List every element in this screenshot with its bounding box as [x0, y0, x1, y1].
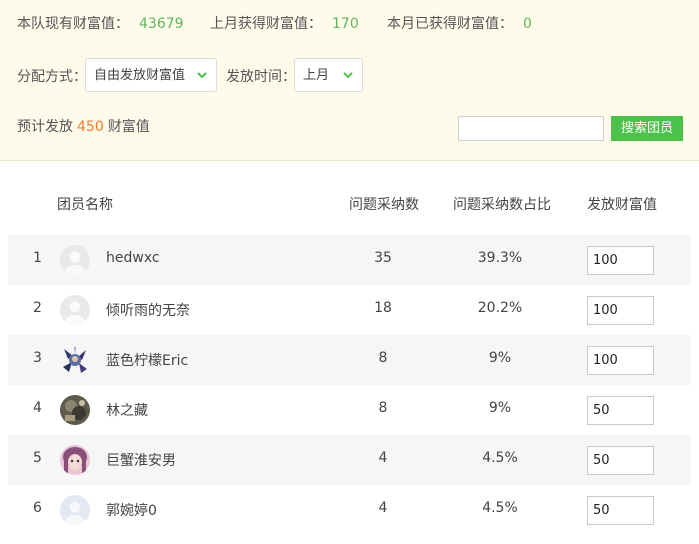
chevron-down-icon — [341, 59, 355, 93]
header-ratio: 问题采纳数占比 — [453, 197, 551, 213]
this-month-label: 本月已获得财富值： — [387, 16, 513, 32]
wealth-input[interactable] — [587, 296, 654, 325]
wealth-distribution-page: 本队现有财富值： 43679 上月获得财富值： 170 本月已获得财富值： 0 分配方… — [0, 0, 699, 544]
member-name: hedwxc — [106, 250, 160, 266]
method-select-value: 自由发放财富值 — [94, 68, 186, 83]
last-month-value: 170 — [332, 16, 359, 32]
member-name: 蓝色柠檬Eric — [106, 353, 189, 369]
row-index: 4 — [33, 400, 42, 416]
table-row: 6 郭婉婷0 4 4.5% — [8, 485, 691, 535]
time-label: 发放时间： — [226, 69, 296, 85]
method-label: 分配方式： — [17, 69, 87, 85]
member-name: 巨蟹淮安男 — [106, 453, 176, 469]
member-ratio: 9% — [488, 400, 512, 416]
estimate-amount: 450 — [77, 119, 104, 135]
search-member-input[interactable] — [458, 116, 604, 141]
method-select[interactable]: 自由发放财富值 — [85, 58, 217, 92]
this-month-stat: 本月已获得财富值： 0 — [387, 14, 532, 34]
member-ratio: 4.5% — [482, 500, 518, 516]
member-adopted: 4 — [378, 500, 388, 516]
search-member-button[interactable]: 搜索团员 — [611, 116, 683, 141]
estimate-text: 预计发放 450 财富值 — [17, 116, 150, 136]
row-index: 2 — [33, 300, 42, 316]
member-name: 林之藏 — [106, 403, 148, 419]
summary-panel: 本队现有财富值： 43679 上月获得财富值： 170 本月已获得财富值： 0 分配方… — [0, 0, 699, 161]
estimate-prefix: 预计发放 — [17, 119, 73, 135]
member-adopted: 4 — [378, 450, 388, 466]
default-avatar-icon — [60, 495, 90, 525]
wealth-input[interactable] — [587, 446, 654, 475]
last-month-stat: 上月获得财富值： 170 — [210, 14, 359, 34]
girl-avatar-icon — [60, 445, 90, 475]
wealth-input[interactable] — [587, 246, 654, 275]
member-name: 郭婉婷0 — [106, 503, 157, 519]
row-index: 1 — [33, 250, 42, 266]
table-row: 4 林之藏 8 9% — [8, 385, 691, 435]
wealth-input[interactable] — [587, 396, 654, 425]
time-select-value: 上月 — [303, 68, 330, 83]
team-wealth-label: 本队现有财富值： — [17, 16, 129, 32]
estimate-suffix: 财富值 — [107, 119, 150, 135]
header-adopted: 问题采纳数 — [349, 197, 419, 213]
table-row: 1 hedwxc 35 39.3% — [8, 235, 691, 285]
last-month-label: 上月获得财富值： — [210, 16, 322, 32]
controls-row: 分配方式： 自由发放财富值 发放时间： 上月 — [17, 58, 697, 94]
table-header: 团员名称 问题采纳数 问题采纳数占比 发放财富值 — [0, 183, 699, 223]
member-adopted: 35 — [374, 250, 392, 266]
team-wealth-value: 43679 — [139, 16, 184, 32]
member-adopted: 8 — [378, 400, 388, 416]
time-select[interactable]: 上月 — [294, 58, 363, 92]
member-adopted: 8 — [378, 350, 388, 366]
header-wealth: 发放财富值 — [587, 197, 657, 213]
row-index: 6 — [33, 500, 42, 516]
table-row: 2 倾听雨的无奈 18 20.2% — [8, 285, 691, 335]
default-avatar-icon — [60, 295, 90, 325]
member-ratio: 39.3% — [477, 250, 523, 266]
wealth-input[interactable] — [587, 346, 654, 375]
table-row: 5 巨蟹淮安男 4 4.5% — [8, 435, 691, 485]
character-avatar-icon — [60, 345, 90, 375]
row-index: 5 — [33, 450, 42, 466]
wealth-input[interactable] — [587, 496, 654, 525]
header-name: 团员名称 — [57, 197, 113, 213]
row-index: 3 — [33, 350, 42, 366]
default-avatar-icon — [60, 245, 90, 275]
member-table: 1 hedwxc 35 39.3% 2 倾听雨的无奈 18 20.2% 3 — [8, 235, 691, 535]
chevron-down-icon — [195, 59, 209, 93]
team-wealth-stat: 本队现有财富值： 43679 — [17, 14, 184, 34]
photo-avatar-icon — [60, 395, 90, 425]
member-ratio: 4.5% — [482, 450, 518, 466]
this-month-value: 0 — [523, 16, 532, 32]
member-name: 倾听雨的无奈 — [106, 303, 190, 319]
member-ratio: 20.2% — [477, 300, 523, 316]
member-adopted: 18 — [374, 300, 392, 316]
table-row: 3 蓝色柠檬Eric 8 9% — [8, 335, 691, 385]
member-ratio: 9% — [488, 350, 512, 366]
